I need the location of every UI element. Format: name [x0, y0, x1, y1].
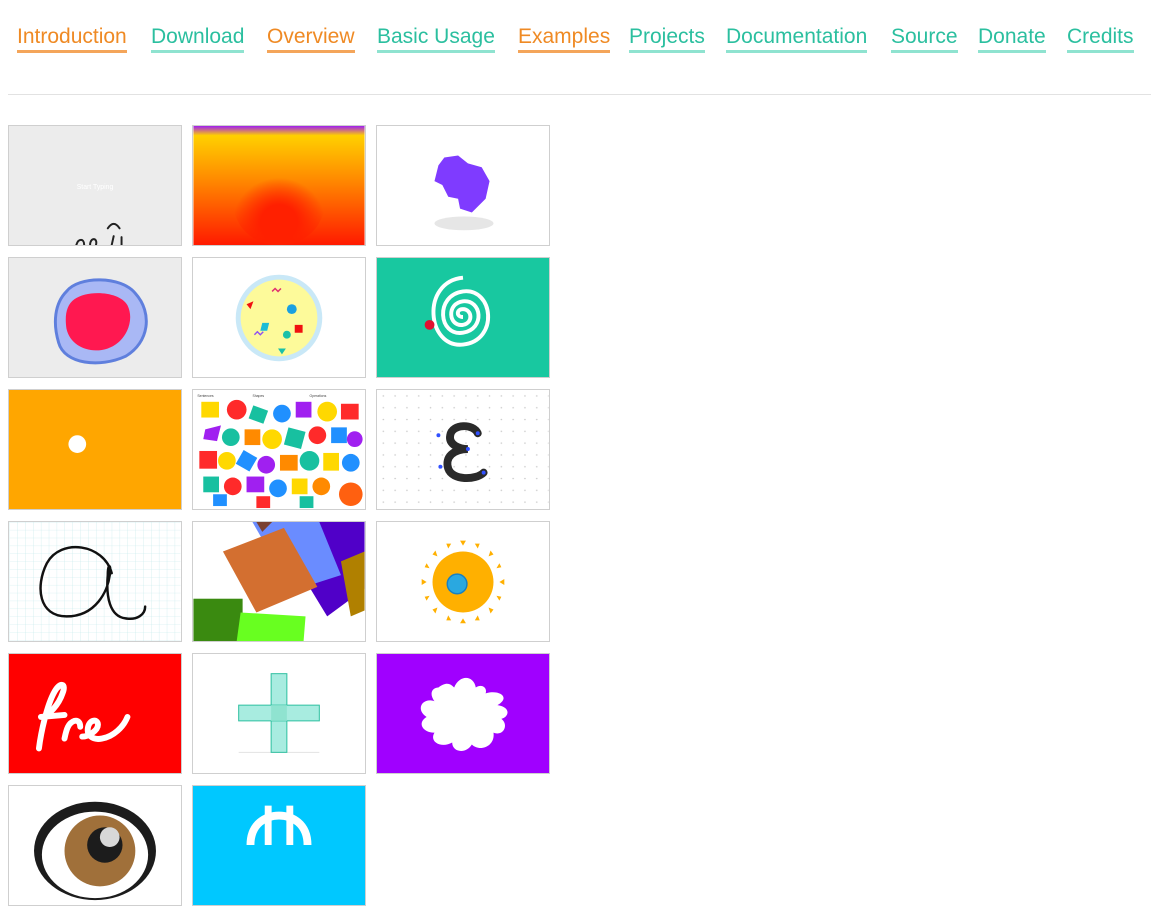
nav-projects[interactable]: Projects	[629, 24, 705, 53]
nav-documentation[interactable]: Documentation	[726, 24, 868, 53]
header-divider	[8, 94, 1151, 95]
example-tile-blob[interactable]	[376, 125, 550, 246]
svg-text:Shapes: Shapes	[252, 394, 264, 398]
shapes-collage-thumbnail: Sentences Shapes Operations	[197, 394, 363, 509]
example-tile-overlapping-squares[interactable]	[192, 521, 366, 642]
nav-examples[interactable]: Examples	[518, 24, 611, 53]
cursive-text-thumbnail	[35, 682, 131, 752]
example-tile-glyph[interactable]	[192, 785, 366, 906]
svg-text:Operations: Operations	[309, 394, 326, 398]
svg-text:Sentences: Sentences	[197, 394, 214, 398]
confetti-circle-thumbnail	[235, 274, 323, 362]
example-tile-eye[interactable]	[8, 785, 182, 906]
spiral-thumbnail	[424, 275, 491, 347]
typing-caption: Start Typing	[77, 184, 114, 191]
splat-thumbnail	[420, 677, 508, 751]
eye-thumbnail	[34, 801, 156, 901]
nav-credits[interactable]: Credits	[1067, 24, 1134, 53]
epsilon-path-thumbnail	[377, 390, 549, 509]
gradient-thumbnail	[193, 126, 365, 245]
example-tile-moving-dot[interactable]	[8, 389, 182, 510]
overlapping-squares-thumbnail	[193, 522, 365, 641]
example-tile-plus[interactable]	[192, 653, 366, 774]
nav-download[interactable]: Download	[151, 24, 245, 53]
example-tile-cursive-text[interactable]	[8, 653, 182, 774]
nav-introduction[interactable]: Introduction	[17, 24, 127, 53]
sun-thumbnail	[421, 540, 505, 624]
handwriting-thumbnail	[9, 522, 181, 641]
example-tile-gradient[interactable]	[192, 125, 366, 246]
example-tile-shapes-collage[interactable]: Sentences Shapes Operations	[192, 389, 366, 510]
example-tile-handwriting[interactable]	[8, 521, 182, 642]
example-tile-splat[interactable]	[376, 653, 550, 774]
blob-thumbnail	[434, 155, 494, 231]
example-tile-outline-shape[interactable]	[8, 257, 182, 378]
top-navigation: Introduction Download Overview Basic Usa…	[0, 0, 1151, 95]
example-tile-epsilon-path[interactable]	[376, 389, 550, 510]
moving-dot-thumbnail	[68, 435, 87, 453]
typing-thumbnail: Start Typing	[75, 184, 123, 245]
nav-donate[interactable]: Donate	[978, 24, 1046, 53]
example-tile-typing[interactable]: Start Typing	[8, 125, 182, 246]
example-tile-spiral[interactable]	[376, 257, 550, 378]
plus-thumbnail	[238, 673, 320, 753]
nav-basic-usage[interactable]: Basic Usage	[377, 24, 495, 53]
example-tile-confetti-circle[interactable]	[192, 257, 366, 378]
glyph-thumbnail	[246, 805, 312, 846]
example-tile-sun[interactable]	[376, 521, 550, 642]
outline-shape-thumbnail	[53, 278, 148, 365]
nav-overview[interactable]: Overview	[267, 24, 355, 53]
nav-source[interactable]: Source	[891, 24, 958, 53]
